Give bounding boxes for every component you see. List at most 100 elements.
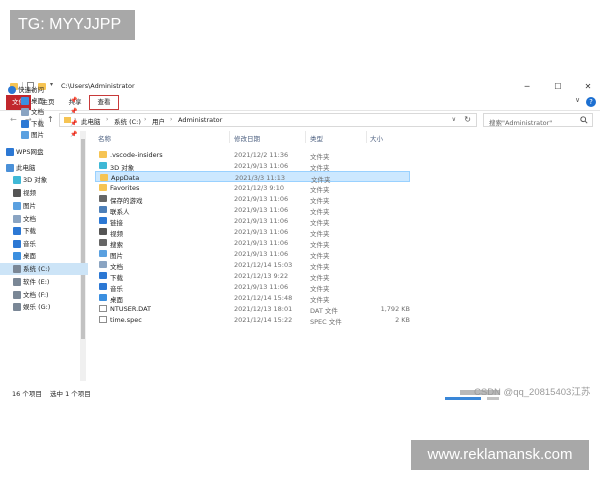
file-date: 2021/12/13 9:22 — [234, 271, 289, 280]
tab-view[interactable]: 查看 — [89, 95, 119, 110]
file-row[interactable]: AppData 2021/3/3 11:13 文件夹 — [95, 171, 410, 184]
file-row[interactable]: 链接 2021/9/13 11:06 文件夹 — [95, 215, 410, 227]
column-header-type[interactable]: 类型 — [310, 133, 323, 143]
desktop-icon — [21, 97, 29, 105]
music-icon — [99, 282, 107, 290]
file-date: 2021/9/13 11:06 — [234, 194, 289, 203]
sidebar-item-label: 下载 — [23, 227, 36, 235]
item-count: 16 个项目 — [12, 390, 42, 398]
sidebar-item[interactable]: 此电脑 — [0, 162, 88, 174]
file-date: 2021/12/2 11:36 — [234, 150, 289, 159]
column-header-date[interactable]: 修改日期 — [234, 133, 260, 143]
file-row[interactable]: 下载 2021/12/13 9:22 文件夹 — [95, 270, 410, 282]
file-date: 2021/9/13 11:06 — [234, 205, 289, 214]
file-row[interactable]: 3D 对象 2021/9/13 11:06 文件夹 — [95, 160, 410, 172]
sidebar-item[interactable]: 娱乐 (G:) — [0, 301, 88, 313]
file-row[interactable]: 桌面 2021/12/14 15:48 文件夹 — [95, 292, 410, 304]
folder-icon — [100, 173, 108, 181]
file-name: time.spec — [110, 315, 142, 324]
download-icon — [99, 271, 107, 279]
file-type: 文件夹 — [310, 196, 330, 205]
close-button[interactable]: ✕ — [578, 80, 598, 93]
sidebar-item[interactable]: 系统 (C:) — [0, 263, 88, 275]
sidebar-item-label: 软件 (E:) — [23, 278, 50, 286]
file-name: 图片 — [110, 251, 123, 260]
picture-icon — [13, 202, 21, 210]
music-icon — [13, 240, 21, 248]
file-size: 1,792 KB — [380, 304, 410, 313]
file-row[interactable]: 文档 2021/12/14 15:03 文件夹 — [95, 259, 410, 271]
sidebar-item[interactable]: WPS网盘 — [0, 146, 88, 158]
column-divider[interactable] — [305, 131, 306, 143]
sidebar-item[interactable]: 下载 — [0, 225, 88, 237]
search-input[interactable]: 搜索"Administrator" — [483, 113, 593, 127]
file-row[interactable]: NTUSER.DAT 2021/12/13 18:01 DAT 文件 1,792 KB — [95, 303, 410, 315]
file-type: 文件夹 — [310, 163, 330, 172]
sidebar-item[interactable]: 音乐 — [0, 238, 88, 250]
column-divider[interactable] — [366, 131, 367, 143]
refresh-icon[interactable]: ↻ — [464, 115, 471, 124]
file-name: 链接 — [110, 218, 123, 227]
file-row[interactable]: time.spec 2021/12/14 15:22 SPEC 文件 2 KB — [95, 314, 410, 326]
document-icon — [21, 108, 29, 116]
sidebar-item[interactable]: 软件 (E:) — [0, 276, 88, 288]
drive-icon — [13, 303, 21, 311]
computer-icon — [6, 164, 14, 172]
sidebar-item-label: 系统 (C:) — [23, 265, 50, 273]
sidebar-item[interactable]: 桌面 — [0, 250, 88, 262]
file-row[interactable]: 视频 2021/9/13 11:06 文件夹 — [95, 226, 410, 238]
sidebar-item[interactable]: 图片 — [0, 200, 88, 212]
sidebar-item[interactable]: 文档 📌 — [0, 106, 88, 118]
file-type: 文件夹 — [310, 240, 330, 249]
maximize-button[interactable]: ☐ — [548, 80, 568, 93]
picture-icon — [21, 131, 29, 139]
address-bar[interactable]: › 此电脑 › 系统 (C:) › 用户 › Administrator ∨ ↻ — [59, 113, 477, 127]
file-name: 音乐 — [110, 284, 123, 293]
cube-icon — [13, 176, 21, 184]
column-header-name[interactable]: 名称 — [98, 133, 111, 143]
ribbon-collapse-icon[interactable]: ∨ — [575, 96, 580, 104]
file-row[interactable]: 保存的游戏 2021/9/13 11:06 文件夹 — [95, 193, 410, 205]
file-row[interactable]: 音乐 2021/9/13 11:06 文件夹 — [95, 281, 410, 293]
drive-icon — [13, 291, 21, 299]
file-name: 3D 对象 — [110, 163, 135, 172]
file-row[interactable]: Favorites 2021/12/3 9:10 文件夹 — [95, 182, 410, 194]
navigation-pane: 快速访问 桌面 📌 文档 📌 下载 📌 图片 📌 WPS网盘 此电脑 3D 对象 视频 图片 文档 下载 音乐桌… — [0, 86, 88, 386]
sidebar-item[interactable]: 视频 — [0, 187, 88, 199]
sidebar-item[interactable]: 文档 (F:) — [0, 289, 88, 301]
file-size: 2 KB — [395, 315, 410, 324]
breadcrumb-separator: › — [106, 116, 109, 123]
file-row[interactable]: 搜索 2021/9/13 11:06 文件夹 — [95, 237, 410, 249]
desktop-icon — [13, 252, 21, 260]
breadcrumb-users[interactable]: 用户 — [152, 116, 165, 126]
file-name: AppData — [111, 173, 140, 182]
video-icon — [13, 189, 21, 197]
breadcrumb-administrator[interactable]: Administrator — [178, 116, 222, 124]
file-date: 2021/12/14 15:48 — [234, 293, 293, 302]
file-icon — [99, 315, 107, 323]
breadcrumb-drive-c[interactable]: 系统 (C:) — [114, 116, 141, 126]
breadcrumb-separator: › — [144, 116, 147, 123]
file-name: 联系人 — [110, 207, 130, 216]
video-icon — [99, 227, 107, 235]
minimize-button[interactable]: ─ — [517, 80, 537, 93]
file-type: 文件夹 — [310, 152, 330, 161]
file-name: 下载 — [110, 273, 123, 282]
column-header-size[interactable]: 大小 — [370, 133, 383, 143]
file-type: DAT 文件 — [310, 306, 338, 315]
file-row[interactable]: .vscode-insiders 2021/12/2 11:36 文件夹 — [95, 149, 410, 161]
sidebar-item[interactable]: 3D 对象 — [0, 174, 88, 186]
sidebar-item[interactable]: 文档 — [0, 213, 88, 225]
column-divider[interactable] — [229, 131, 230, 143]
folder-icon — [99, 183, 107, 191]
file-row[interactable]: 联系人 2021/9/13 11:06 文件夹 — [95, 204, 410, 216]
sidebar-item[interactable]: 图片 📌 — [0, 129, 88, 141]
file-date: 2021/9/13 11:06 — [234, 249, 289, 258]
help-icon[interactable]: ? — [586, 97, 596, 107]
search-icon — [580, 116, 588, 124]
file-date: 2021/9/13 11:06 — [234, 238, 289, 247]
file-row[interactable]: 图片 2021/9/13 11:06 文件夹 — [95, 248, 410, 260]
picture-icon — [99, 249, 107, 257]
chevron-down-icon[interactable]: ∨ — [452, 116, 456, 123]
file-type: 文件夹 — [310, 207, 330, 216]
